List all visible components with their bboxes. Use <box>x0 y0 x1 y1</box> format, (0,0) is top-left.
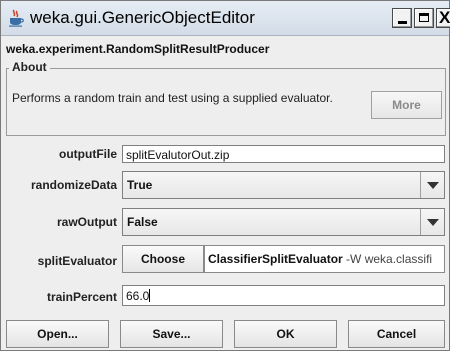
randomize-data-value: True <box>127 178 153 192</box>
train-percent-label: trainPercent <box>46 290 117 304</box>
close-button[interactable]: X <box>436 8 450 28</box>
maximize-icon <box>419 13 429 22</box>
split-evaluator-options: -W weka.classifi <box>342 252 433 266</box>
raw-output-label: rawOutput <box>57 215 117 229</box>
save-button[interactable]: Save... <box>120 320 223 348</box>
text-caret <box>149 289 151 302</box>
more-button[interactable]: More <box>371 91 442 119</box>
output-file-value: splitEvalutorOut.zip <box>126 148 230 162</box>
train-percent-value: 66.0 <box>126 289 150 303</box>
chevron-down-icon <box>427 182 439 189</box>
raw-output-value: False <box>127 215 158 229</box>
java-cup-icon <box>9 9 24 27</box>
window-title: weka.gui.GenericObjectEditor <box>30 8 255 27</box>
split-evaluator-class: ClassifierSplitEvaluator <box>208 252 343 266</box>
close-icon: X <box>439 8 450 27</box>
raw-output-dropdown-button[interactable] <box>420 209 444 235</box>
output-file-label: outputFile <box>59 147 117 161</box>
split-evaluator-field[interactable]: ClassifierSplitEvaluator -W weka.classif… <box>204 245 445 273</box>
chevron-down-icon <box>427 219 439 226</box>
train-percent-field[interactable]: 66.0 <box>122 285 445 306</box>
minimize-icon <box>398 21 407 24</box>
cancel-button[interactable]: Cancel <box>348 320 445 348</box>
generic-object-editor-window: weka.gui.GenericObjectEditor X weka.expe… <box>0 0 450 351</box>
split-evaluator-label: splitEvaluator <box>37 254 117 268</box>
choose-button[interactable]: Choose <box>122 245 204 273</box>
about-description: Performs a random train and test using a… <box>12 91 333 105</box>
randomize-data-label: randomizeData <box>30 178 117 192</box>
maximize-button[interactable] <box>414 8 434 28</box>
raw-output-combo[interactable]: False <box>122 208 445 236</box>
about-legend: About <box>9 60 50 74</box>
output-file-field[interactable]: splitEvalutorOut.zip <box>122 145 445 163</box>
open-button[interactable]: Open... <box>6 320 109 348</box>
ok-button[interactable]: OK <box>234 320 337 348</box>
object-class-name: weka.experiment.RandomSplitResultProduce… <box>6 42 270 56</box>
minimize-button[interactable] <box>392 8 412 28</box>
randomize-data-combo[interactable]: True <box>122 171 445 199</box>
randomize-data-dropdown-button[interactable] <box>420 172 444 198</box>
title-bar[interactable]: weka.gui.GenericObjectEditor X <box>1 1 450 36</box>
